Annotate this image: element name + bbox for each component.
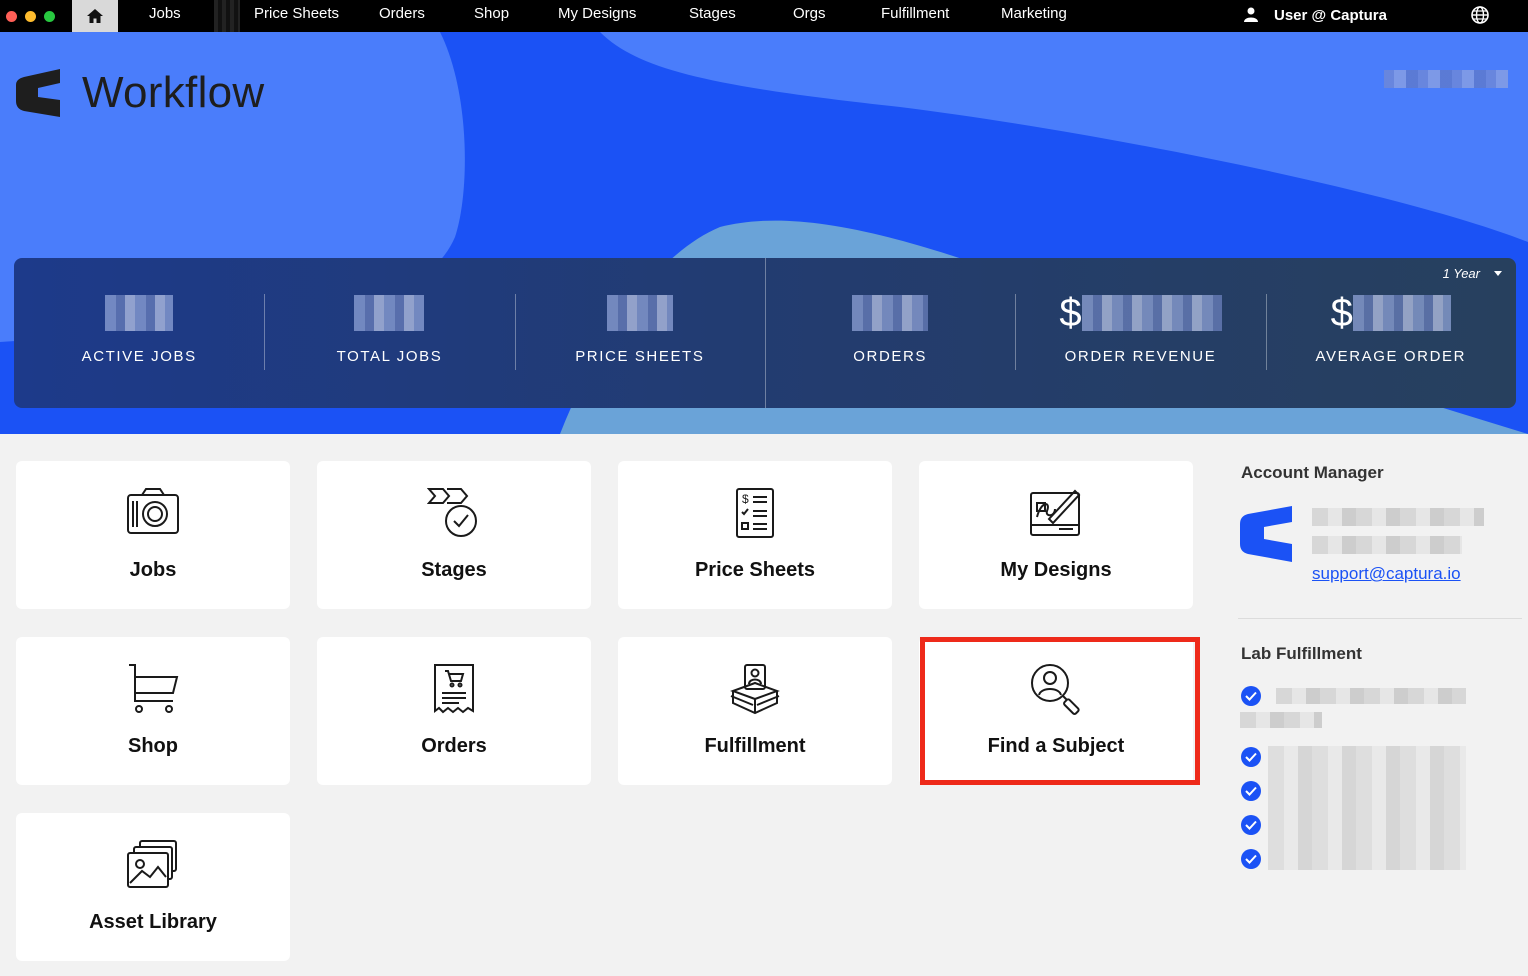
stat-value (105, 292, 174, 334)
redacted-value (852, 295, 929, 331)
tile-label: Find a Subject (987, 735, 1125, 757)
nav-stages[interactable]: Stages (689, 5, 736, 22)
stages-check-icon (427, 488, 477, 537)
check-icon (1241, 815, 1261, 835)
stat-orders: ORDERS (764, 258, 1015, 408)
cart-icon (129, 664, 179, 713)
nav-separator (214, 0, 240, 32)
svg-text:$: $ (742, 492, 749, 506)
check-icon (1241, 686, 1261, 706)
redacted-lab-name-cont (1240, 712, 1322, 728)
camera-icon (127, 488, 179, 534)
image-stack-icon (127, 840, 177, 888)
redacted-value (354, 295, 425, 331)
nav-jobs[interactable]: Jobs (149, 5, 181, 22)
nav-orders[interactable]: Orders (379, 5, 425, 22)
brand-name: Workflow (82, 68, 265, 117)
stat-value (606, 292, 673, 334)
tile-label: Fulfillment (704, 735, 806, 757)
tile-my-designs[interactable]: My Designs (919, 461, 1193, 609)
check-icon (1241, 781, 1261, 801)
tile-label: Orders (421, 735, 487, 757)
nav-marketing[interactable]: Marketing (1001, 5, 1067, 22)
price-list-icon: $ (736, 488, 774, 538)
nav-my-designs[interactable]: My Designs (558, 5, 636, 22)
user-label: User @ Captura (1274, 6, 1387, 24)
hero-banner: Workflow ACTIVE JOBS TOTAL JOBS PRICE SH… (0, 32, 1528, 434)
tile-label: Jobs (129, 559, 177, 581)
tile-find-a-subject[interactable]: Find a Subject (919, 637, 1193, 785)
home-icon (87, 9, 103, 23)
workflow-logo[interactable]: Workflow (16, 68, 265, 118)
tile-orders[interactable]: Orders (317, 637, 591, 785)
section-divider (1238, 618, 1522, 619)
redacted-value (105, 295, 174, 331)
stat-order-revenue: $ ORDER REVENUE (1015, 258, 1265, 408)
tile-price-sheets[interactable]: $ Price Sheets (618, 461, 892, 609)
top-navigation-bar: Jobs Price Sheets Orders Shop My Designs… (0, 0, 1528, 32)
caret-down-icon (1494, 271, 1502, 276)
window-controls (0, 10, 72, 22)
account-manager-title: Account Manager (1241, 463, 1384, 482)
stat-active-jobs: ACTIVE JOBS (14, 258, 264, 408)
nav-price-sheets[interactable]: Price Sheets (254, 5, 339, 22)
minimize-window-button[interactable] (25, 10, 36, 22)
stat-prefix: $ (1059, 290, 1082, 335)
stat-label: AVERAGE ORDER (1315, 348, 1467, 365)
check-icon (1241, 747, 1261, 767)
stat-label: ORDERS (853, 348, 928, 365)
stat-value (852, 292, 929, 334)
stat-label: ORDER REVENUE (1064, 348, 1217, 365)
stat-total-jobs: TOTAL JOBS (264, 258, 514, 408)
redacted-lab-name (1276, 688, 1466, 704)
stat-price-sheets: PRICE SHEETS (514, 258, 765, 408)
tile-shop[interactable]: Shop (16, 637, 290, 785)
nav-shop[interactable]: Shop (474, 5, 509, 22)
user-icon (1244, 7, 1258, 22)
tile-label: Shop (128, 735, 178, 757)
tile-label: My Designs (1000, 559, 1112, 581)
date-range-label: 1 Year (1442, 266, 1480, 281)
redacted-lab-details (1268, 746, 1466, 870)
redacted-value (606, 295, 673, 331)
redacted-manager-phone (1312, 536, 1462, 554)
tile-label: Asset Library (89, 911, 217, 933)
close-window-button[interactable] (6, 10, 17, 22)
redacted-value (1352, 295, 1451, 331)
nav-fulfillment[interactable]: Fulfillment (881, 5, 949, 22)
stat-label: TOTAL JOBS (336, 348, 443, 365)
user-menu[interactable]: User @ Captura (1238, 0, 1462, 30)
support-email-link[interactable]: support@captura.io (1312, 564, 1461, 584)
package-icon (730, 664, 780, 715)
lab-fulfillment-title: Lab Fulfillment (1241, 644, 1362, 663)
stat-prefix: $ (1330, 290, 1353, 335)
order-receipt-icon (434, 664, 474, 714)
stat-value: $ (1059, 290, 1222, 335)
check-icon (1241, 849, 1261, 869)
home-button[interactable] (72, 0, 118, 32)
stat-label: PRICE SHEETS (575, 348, 705, 365)
stat-label: ACTIVE JOBS (81, 348, 197, 365)
captura-logo-icon (1240, 506, 1292, 562)
tile-fulfillment[interactable]: Fulfillment (618, 637, 892, 785)
stat-value: $ (1330, 290, 1451, 335)
tile-jobs[interactable]: Jobs (16, 461, 290, 609)
nav-orgs[interactable]: Orgs (793, 5, 826, 22)
stat-value (354, 292, 425, 334)
captura-logo-icon (16, 69, 60, 117)
tile-asset-library[interactable]: Asset Library (16, 813, 290, 961)
tile-label: Stages (421, 559, 487, 581)
redacted-value (1081, 295, 1222, 331)
design-pen-icon (1030, 489, 1081, 536)
date-range-dropdown[interactable]: 1 Year (1443, 266, 1502, 281)
tile-label: Price Sheets (694, 559, 816, 581)
redacted-manager-name (1312, 508, 1484, 526)
globe-icon[interactable] (1470, 5, 1490, 25)
stats-panel: ACTIVE JOBS TOTAL JOBS PRICE SHEETS ORDE… (14, 258, 1516, 408)
tile-stages[interactable]: Stages (317, 461, 591, 609)
person-search-icon (1031, 664, 1080, 715)
redacted-org-name (1384, 70, 1508, 88)
zoom-window-button[interactable] (44, 10, 55, 22)
